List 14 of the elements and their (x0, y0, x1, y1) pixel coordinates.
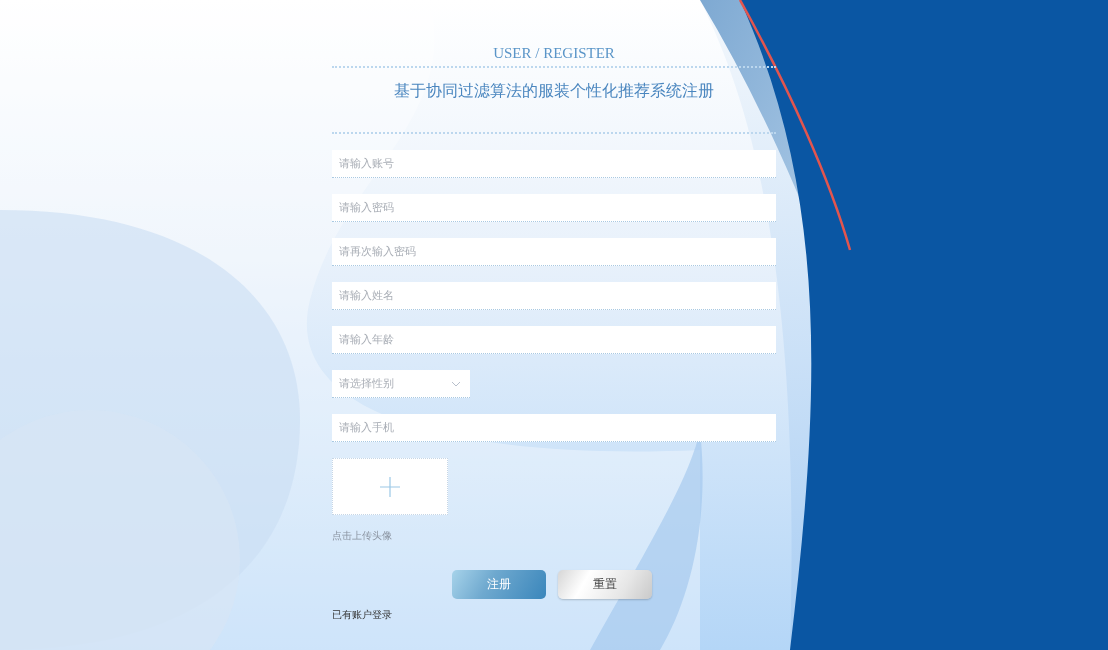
plus-icon (379, 475, 401, 498)
input-field[interactable]: 请输入姓名 (332, 282, 776, 310)
input-field[interactable]: 请输入账号 (332, 150, 776, 178)
chevron-down-icon (451, 380, 461, 387)
register-title: 基于协同过滤算法的服装个性化推荐系统注册 (394, 80, 714, 102)
input-field[interactable]: 请输入手机 (332, 414, 776, 442)
register-subtitle: USER / REGISTER (493, 44, 615, 62)
input-field[interactable]: 请输入密码 (332, 194, 776, 222)
avatar-upload[interactable] (332, 458, 448, 515)
input-field[interactable]: 请再次输入密码 (332, 238, 776, 266)
upload-hint: 点击上传头像 (332, 529, 392, 543)
login-link[interactable]: 已有账户登录 (332, 608, 392, 622)
input-field[interactable]: 请输入年龄 (332, 326, 776, 354)
reset-button[interactable]: 重置 (558, 570, 652, 599)
